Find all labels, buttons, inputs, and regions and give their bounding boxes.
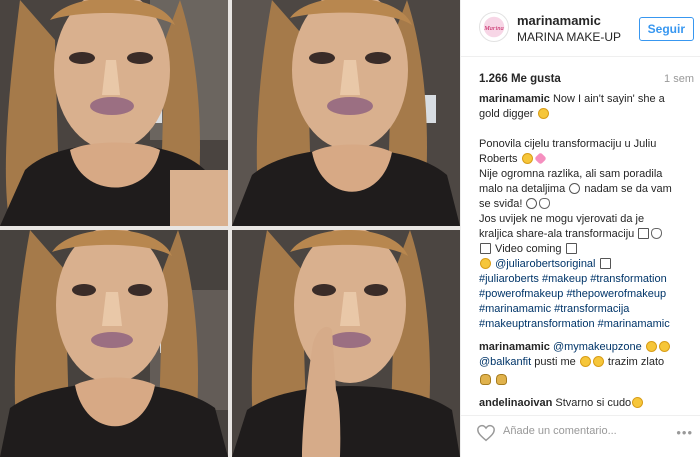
caption-text: malo na detaljima bbox=[479, 183, 566, 195]
wink-emoji-icon bbox=[569, 183, 581, 194]
heart-eyes-emoji-icon bbox=[632, 397, 644, 408]
post-header: Marina marinamamic MARINA MAKE-UP Seguir bbox=[461, 0, 700, 57]
mention-link[interactable]: @balkanfit bbox=[479, 356, 531, 368]
caption: marinamamic Now I ain't sayin' she a gold… bbox=[479, 92, 689, 332]
grin-emoji-icon bbox=[579, 356, 591, 367]
grin-emoji-icon bbox=[592, 356, 604, 367]
follow-button[interactable]: Seguir bbox=[638, 17, 694, 41]
mention-link[interactable]: @mymakeupzone bbox=[553, 341, 642, 353]
caption-text: Roberts bbox=[479, 153, 518, 165]
caption-username[interactable]: marinamamic bbox=[479, 93, 550, 105]
comment-input[interactable] bbox=[503, 425, 663, 437]
video-emoji-icon bbox=[480, 243, 491, 254]
avatar-text: Marina bbox=[483, 25, 504, 32]
caption-text: kraljica share-ala transformaciju bbox=[479, 228, 635, 240]
caption-text: Video coming bbox=[492, 243, 562, 255]
mention-link[interactable]: @juliarobertsoriginal bbox=[495, 258, 595, 270]
film-emoji-icon bbox=[599, 258, 611, 269]
caption-text: Nije ogromna razlika, ali sam poradila bbox=[479, 168, 663, 180]
hashtag-links[interactable]: #juliaroberts #makeup #transformation bbox=[479, 273, 667, 285]
portrait-panel-2 bbox=[232, 0, 460, 226]
video-emoji-icon bbox=[565, 243, 577, 254]
laughing-emoji-icon bbox=[645, 341, 657, 352]
money-bag-emoji-icon bbox=[480, 374, 491, 385]
laughing-emoji-icon bbox=[658, 341, 670, 352]
portrait-panel-3 bbox=[0, 230, 228, 457]
face-emoji-icon bbox=[638, 228, 650, 239]
hand-emoji-icon bbox=[480, 258, 491, 269]
comment-text: pusti me bbox=[531, 356, 576, 368]
portrait-panel-4 bbox=[232, 230, 460, 457]
full-name: MARINA MAKE-UP bbox=[517, 30, 622, 44]
money-bag-emoji-icon bbox=[496, 374, 508, 385]
caption-text: gold digger bbox=[479, 108, 534, 120]
heart-outline-emoji-icon bbox=[539, 198, 551, 209]
like-count[interactable]: 1.266 Me gusta bbox=[479, 73, 561, 85]
hashtag-links[interactable]: #marinamamic #transformacija bbox=[479, 303, 629, 315]
caption-text: nadam se da vam bbox=[581, 183, 672, 195]
hashtag-links[interactable]: #powerofmakeup #thepowerofmakeup bbox=[479, 288, 666, 300]
caption-text: Jos uvijek ne mogu vjerovati da je bbox=[479, 213, 645, 225]
comment-text: trazim zlato bbox=[604, 356, 665, 368]
heart-icon[interactable] bbox=[476, 424, 496, 442]
smile-emoji-icon bbox=[521, 153, 533, 164]
heart-emoji-icon bbox=[533, 152, 547, 165]
comment-item: andelinaoivan Stvarno si cudo bbox=[479, 396, 689, 411]
comment-item: marinamamic @mymakeupzone @balkanfit pust… bbox=[479, 340, 689, 388]
caption-text: Ponovila cijelu transformaciju u Juliu bbox=[479, 138, 657, 150]
comment-username[interactable]: andelinaoivan bbox=[479, 397, 552, 409]
comment-username[interactable]: marinamamic bbox=[479, 341, 550, 353]
caption-text: se sviđa! bbox=[479, 198, 523, 210]
portrait-panel-1 bbox=[0, 0, 228, 226]
username[interactable]: marinamamic bbox=[517, 13, 601, 28]
more-icon[interactable]: ••• bbox=[676, 425, 693, 440]
laughing-emoji-icon bbox=[537, 108, 549, 119]
comment-bar: ••• bbox=[461, 415, 700, 458]
comment-text: Stvarno si cudo bbox=[555, 397, 632, 409]
blush-emoji-icon bbox=[526, 198, 538, 209]
comment-list: marinamamic Now I ain't sayin' she a gold… bbox=[479, 92, 689, 412]
post-image[interactable] bbox=[0, 0, 460, 457]
caption-text: Now I ain't sayin' she a bbox=[552, 93, 665, 105]
avatar[interactable]: Marina bbox=[479, 12, 509, 42]
heart-outline-emoji-icon bbox=[651, 228, 663, 239]
post-sidebar: Marina marinamamic MARINA MAKE-UP Seguir… bbox=[460, 0, 700, 457]
post-age[interactable]: 1 sem bbox=[664, 73, 694, 85]
hashtag-links[interactable]: #makeuptransformation #marinamamic bbox=[479, 318, 670, 330]
